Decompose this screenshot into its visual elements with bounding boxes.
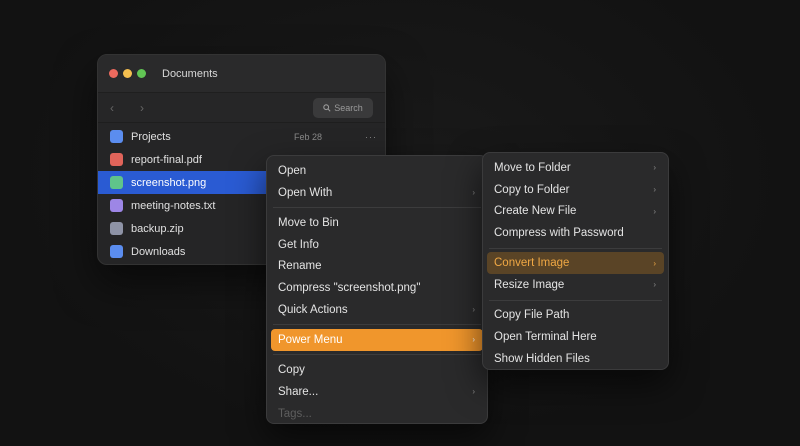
menu-item-label: Copy File Path: [494, 309, 570, 322]
back-arrow-icon[interactable]: ‹: [110, 101, 140, 115]
menu-item-get-info[interactable]: Get Info: [271, 234, 483, 256]
chevron-right-icon: ›: [653, 185, 656, 195]
menu-item-open-with[interactable]: Open With ›: [271, 182, 483, 204]
file-name: report-final.pdf: [131, 153, 202, 166]
chevron-right-icon: ›: [472, 188, 475, 198]
chevron-right-icon: ›: [472, 305, 475, 315]
menu-item-label: Compress with Password: [494, 226, 624, 239]
more-options-icon[interactable]: ···: [365, 132, 377, 142]
submenu-item-copy-to-folder[interactable]: Copy to Folder ›: [487, 179, 664, 201]
close-window-button[interactable]: [109, 69, 118, 78]
search-label: Search: [334, 102, 363, 113]
menu-item-label: Open Terminal Here: [494, 330, 597, 343]
submenu-item-copy-file-path[interactable]: Copy File Path: [487, 304, 664, 326]
power-submenu: Move to Folder › Copy to Folder › Create N…: [482, 152, 669, 370]
menu-item-share[interactable]: Share... ›: [271, 381, 483, 403]
menu-item-label: Tags...: [278, 407, 312, 420]
window-title: Documents: [162, 67, 218, 80]
chevron-right-icon: ›: [653, 206, 656, 216]
menu-item-label: Share...: [278, 385, 319, 398]
menu-item-rename[interactable]: Rename: [271, 255, 483, 277]
submenu-item-compress-password[interactable]: Compress with Password: [487, 222, 664, 244]
zoom-window-button[interactable]: [137, 69, 146, 78]
file-row-projects[interactable]: Projects Feb 28 ···: [98, 125, 385, 148]
menu-item-label: Compress "screenshot.png": [278, 281, 421, 294]
menu-divider: [273, 324, 481, 326]
menu-item-label: Show Hidden Files: [494, 352, 590, 365]
image-file-icon: [110, 176, 123, 189]
search-button[interactable]: Search: [313, 97, 373, 118]
menu-divider: [273, 354, 481, 356]
submenu-item-convert-image[interactable]: Convert Image ›: [487, 252, 664, 275]
menu-item-label: Convert Image: [494, 257, 570, 270]
window-titlebar: Documents: [98, 55, 385, 92]
menu-divider: [273, 207, 481, 209]
menu-item-compress[interactable]: Compress "screenshot.png": [271, 277, 483, 299]
forward-arrow-icon[interactable]: ›: [140, 101, 170, 115]
menu-item-quick-actions[interactable]: Quick Actions ›: [271, 299, 483, 321]
menu-item-label: Resize Image: [494, 278, 565, 291]
menu-item-copy[interactable]: Copy: [271, 359, 483, 381]
menu-item-label: Power Menu: [278, 333, 343, 346]
menu-item-label: Open: [278, 164, 307, 177]
file-name: Projects: [131, 130, 171, 143]
menu-item-tags: Tags...: [271, 403, 483, 425]
menu-item-label: Get Info: [278, 238, 319, 251]
file-name: screenshot.png: [131, 176, 207, 189]
submenu-item-move-to-folder[interactable]: Move to Folder ›: [487, 157, 664, 179]
archive-file-icon: [110, 222, 123, 235]
menu-item-label: Rename: [278, 260, 322, 273]
chevron-right-icon: ›: [472, 387, 475, 397]
file-name: meeting-notes.txt: [131, 199, 216, 212]
chevron-right-icon: ›: [653, 280, 656, 290]
folder-icon: [110, 130, 123, 143]
submenu-item-resize-image[interactable]: Resize Image ›: [487, 274, 664, 296]
chevron-right-icon: ›: [653, 258, 656, 268]
menu-item-label: Move to Folder: [494, 161, 571, 174]
menu-divider: [489, 247, 662, 249]
search-icon: [323, 103, 331, 112]
menu-item-power-menu[interactable]: Power Menu ›: [271, 329, 483, 351]
file-name: backup.zip: [131, 222, 184, 235]
submenu-item-create-new-file[interactable]: Create New File ›: [487, 200, 664, 222]
pdf-file-icon: [110, 153, 123, 166]
folder-icon: [110, 245, 123, 258]
menu-divider: [489, 299, 662, 301]
text-file-icon: [110, 199, 123, 212]
menu-item-label: Move to Bin: [278, 216, 339, 229]
menu-item-label: Open With: [278, 186, 333, 199]
chevron-right-icon: ›: [472, 335, 475, 345]
menu-item-label: Copy to Folder: [494, 183, 570, 196]
minimize-window-button[interactable]: [123, 69, 132, 78]
chevron-right-icon: ›: [653, 163, 656, 173]
file-name: Downloads: [131, 245, 186, 258]
menu-item-label: Quick Actions: [278, 303, 348, 316]
menu-item-label: Create New File: [494, 205, 577, 218]
file-date: Feb 28: [294, 131, 323, 142]
menu-item-open[interactable]: Open: [271, 160, 483, 182]
window-toolbar: ‹ › Search: [98, 92, 385, 123]
menu-item-label: Copy: [278, 364, 305, 377]
submenu-item-open-terminal[interactable]: Open Terminal Here: [487, 326, 664, 348]
context-menu: Open Open With › Move to Bin Get Info Ren…: [266, 155, 488, 424]
submenu-item-show-hidden-files[interactable]: Show Hidden Files: [487, 348, 664, 370]
menu-item-move-to-bin[interactable]: Move to Bin: [271, 212, 483, 234]
